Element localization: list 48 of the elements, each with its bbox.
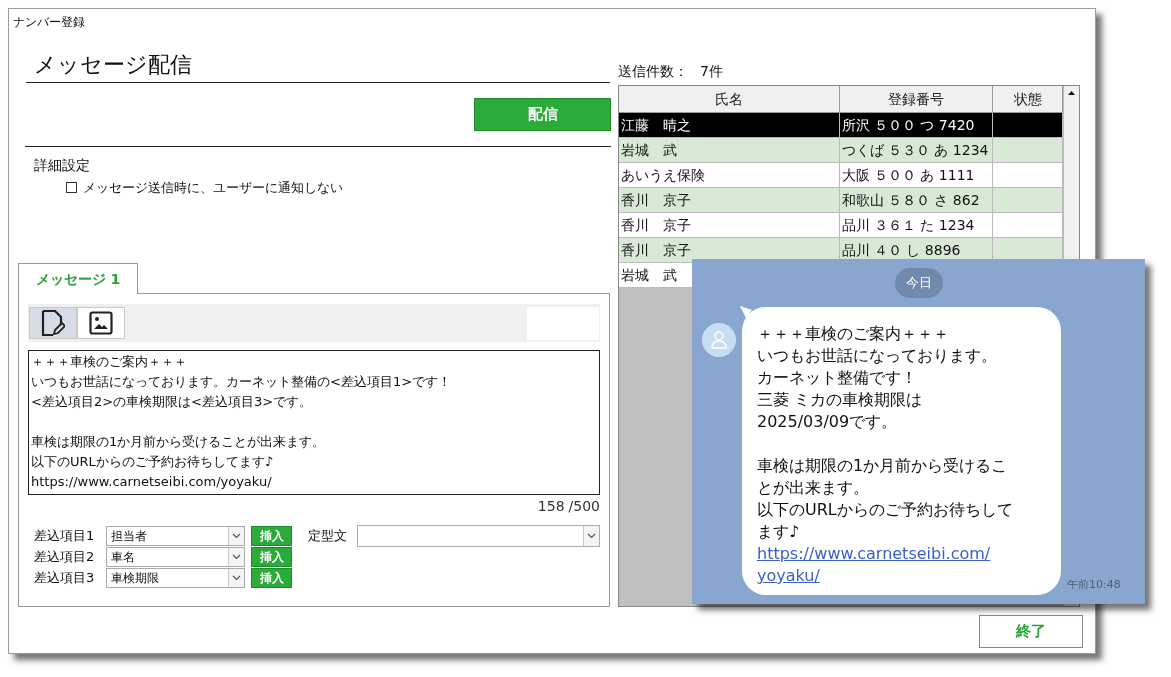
text-line: 車検は期限の1か月前から受けることが出来ます。 (31, 433, 326, 451)
table-row[interactable]: 岩城 武 つくば ５３０ あ 1234 (619, 138, 1063, 163)
image-icon (89, 311, 113, 335)
dropdown-value: 車名 (110, 549, 135, 566)
message-line: ＋＋＋車検のご案内＋＋＋ (757, 323, 949, 345)
field-label: 差込項目3 (34, 569, 96, 588)
dropdown[interactable]: 担当者 (106, 526, 245, 546)
page-heading: メッセージ配信 (34, 51, 192, 79)
date-pill: 今日 (894, 268, 943, 298)
window-title: ナンバー登録 (13, 14, 85, 31)
table-row[interactable]: 香川 京子 品川 ３６１ た 1234 (619, 213, 1063, 238)
section-title: 詳細設定 (34, 156, 91, 175)
table-row[interactable]: 香川 京子 和歌山 ５８０ さ 862 (619, 188, 1063, 213)
dropdown[interactable]: 車検期限 (106, 568, 245, 588)
character-count: 158 (537, 496, 565, 516)
document-edit-icon (41, 309, 65, 337)
send-count-value: 7件 (700, 61, 723, 81)
text-line: 以下のURLからのご予約お待ちしてます♪ (31, 453, 274, 471)
text-line: いつもお世話になっております。カーネット整備の<差込項目1>です！ (31, 373, 452, 391)
editor-tool-button[interactable] (29, 307, 77, 339)
dropdown-value: 車検期限 (110, 570, 159, 587)
dropdown[interactable]: 車名 (106, 547, 245, 567)
field-label: 定型文 (308, 527, 348, 546)
message-line: 2025/03/09です。 (757, 411, 898, 433)
editor-tool-button[interactable] (77, 307, 125, 339)
message-link[interactable]: https://www.carnetseibi.com/ yoyaku/ (757, 543, 1046, 587)
checkbox-label: メッセージ送信時に、ユーザーに通知しない (83, 179, 343, 197)
message-line: カーネット整備です！ (757, 367, 917, 389)
text-line: https://www.carnetseibi.com/yoyaku/ (31, 473, 272, 491)
avatar-icon (702, 323, 736, 357)
message-line: いつもお世話になっております。 (757, 345, 997, 367)
dropdown-value: 担当者 (110, 528, 147, 545)
message-line: とが出来ます。 (757, 477, 869, 499)
text-line: <差込項目2>の車検期限は<差込項目3>です。 (31, 393, 313, 411)
message-line: 車検は期限の1か月前から受けるこ (757, 455, 1008, 477)
message-time: 午前10:48 (1067, 576, 1121, 593)
message-field[interactable]: ＋＋＋車検のご案内＋＋＋ いつもお世話になっております。カーネット整備の<差込項目1>です！ <差込項目2>の車検期限は<差込項目3>です。 車検は期限の1か月前から受けることが出来ます。 以下のURLからのご予約お待ちしてます♪ https://www.carnetseibi.com/yoyaku/ (28, 350, 600, 495)
table-row[interactable]: あいうえ保険 大阪 ５００ あ 1111 (619, 163, 1063, 188)
field-label: 差込項目2 (34, 548, 96, 567)
table-row[interactable]: 江藤 晴之 所沢 ５００ つ 7420 (619, 113, 1063, 138)
message-line: ます♪ (757, 521, 800, 543)
field-label: 差込項目1 (34, 527, 96, 546)
message-line: 三菱 ミカの車検期限は (757, 389, 923, 411)
checkbox[interactable] (66, 182, 77, 194)
text-line: ＋＋＋車検のご案内＋＋＋ (31, 353, 187, 371)
character-limit: /500 (568, 496, 600, 516)
send-count-label: 送信件数： (618, 61, 688, 81)
message-line: 以下のURLからのご予約お待ちして (757, 499, 1013, 521)
